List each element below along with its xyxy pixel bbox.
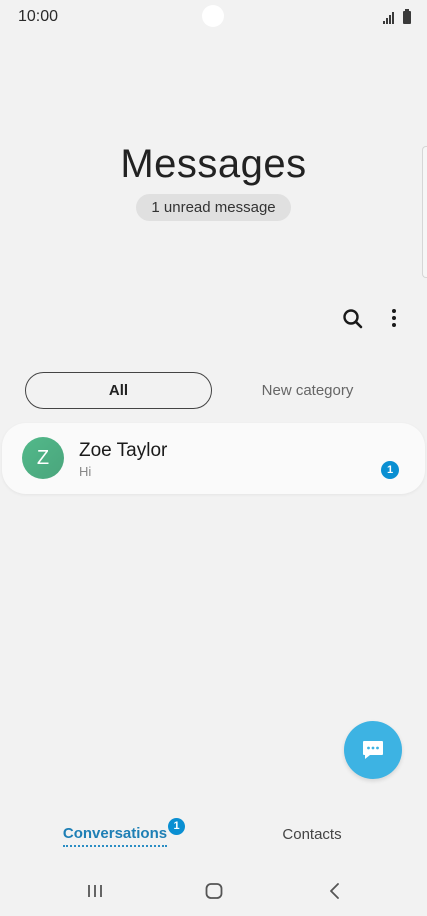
unread-count-badge: 1 unread message — [136, 194, 291, 221]
compose-button[interactable] — [344, 721, 402, 779]
recent-apps-icon — [88, 885, 102, 897]
status-time: 10:00 — [18, 8, 59, 25]
more-vert-icon — [392, 309, 396, 327]
recent-apps-button[interactable] — [75, 878, 115, 904]
conversation-name: Zoe Taylor — [79, 440, 168, 461]
status-bar: 10:00 — [0, 0, 427, 34]
compose-message-icon — [363, 741, 383, 759]
conversations-badge: 1 — [168, 818, 185, 835]
back-button[interactable] — [314, 878, 354, 904]
search-icon — [343, 309, 363, 329]
unread-badge: 1 — [381, 461, 399, 479]
home-button[interactable] — [194, 878, 234, 904]
signal-icon — [383, 12, 394, 24]
tab-conversations-label: Conversations — [62, 824, 168, 847]
avatar: Z — [22, 437, 64, 479]
conversation-preview: Hi — [79, 464, 92, 479]
category-tab-new[interactable]: New category — [230, 372, 385, 409]
category-tab-all[interactable]: All — [25, 372, 212, 409]
page-title: Messages — [120, 142, 307, 186]
home-icon — [205, 883, 223, 899]
tab-conversations[interactable]: Conversations — [62, 824, 168, 852]
search-button[interactable] — [338, 304, 368, 334]
conversation-item[interactable]: Z Zoe Taylor Hi 1 — [2, 423, 425, 494]
navigation-bar — [0, 866, 427, 916]
back-icon — [330, 883, 339, 899]
more-options-button[interactable] — [382, 304, 406, 334]
battery-icon — [403, 9, 411, 24]
status-icons — [383, 9, 411, 24]
tab-contacts[interactable]: Contacts — [262, 824, 362, 848]
camera-cutout — [202, 5, 224, 27]
